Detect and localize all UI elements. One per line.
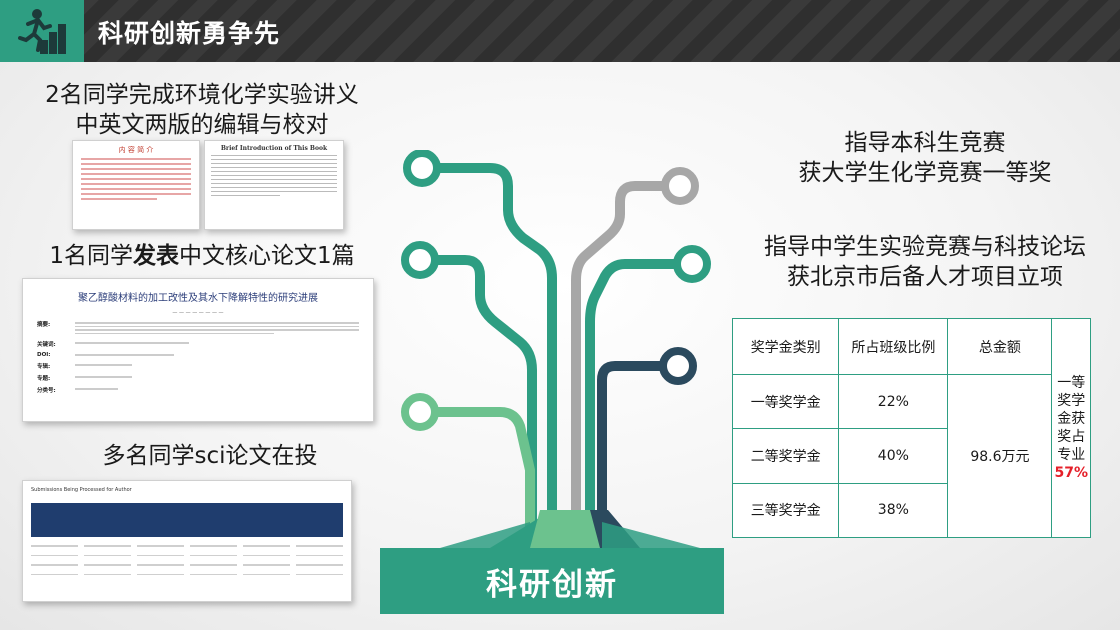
award-highschool-line-2: 获北京市后备人才项目立项 <box>787 264 1063 290</box>
row-ratio: 40% <box>838 428 949 484</box>
header-ratio: 所占班级比例 <box>838 317 949 376</box>
header-icon-box <box>0 0 84 62</box>
paper-field-abstract: 摘要: <box>37 322 51 328</box>
doc-en-title: Brief Introduction of This Book <box>220 145 328 152</box>
node-circle-3 <box>401 393 439 431</box>
row-ratio: 38% <box>838 482 949 539</box>
node-circle-1 <box>403 150 441 187</box>
lecture-notes-cn-thumbnail: 内 容 简 介 <box>72 140 200 230</box>
note-text: 一等奖学金获奖占专业 <box>1057 375 1086 463</box>
node-circle-2 <box>401 241 439 279</box>
row-type: 三等奖学金 <box>731 482 840 539</box>
award-highschool-line-1: 指导中学生实验竞赛与科技论坛 <box>764 234 1086 260</box>
paper-suffix: 中文核心论文1篇 <box>179 243 355 269</box>
award-undergrad: 指导本科生竞赛 获大学生化学竞赛一等奖 <box>740 128 1110 188</box>
total-amount: 98.6万元 <box>947 374 1053 538</box>
header-category: 奖学金类别 <box>731 317 840 376</box>
header-bar: 科研创新勇争先 <box>0 0 1120 62</box>
achievement-sci: 多名同学sci论文在投 <box>102 443 318 469</box>
node-circle-6 <box>659 347 697 385</box>
doc-cn-title: 内 容 简 介 <box>118 146 154 154</box>
submission-screenshot-thumbnail: Submissions Being Processed for Author <box>22 480 352 602</box>
scholarship-table: 奖学金类别 所占班级比例 总金额 一等奖学金获奖占专业 57% 一等奖学金 22%… <box>731 317 1091 539</box>
award-highschool: 指导中学生实验竞赛与科技论坛 获北京市后备人才项目立项 <box>740 232 1110 292</box>
paper-field-doi: DOI: <box>37 352 51 358</box>
branch-tree-graphic <box>401 150 711 548</box>
node-circle-4 <box>661 167 699 205</box>
achievement-lecture-notes: 2名同学完成环境化学实验讲义 中英文两版的编辑与校对 <box>12 80 392 140</box>
submission-title: Submissions Being Processed for Author <box>31 487 132 493</box>
achievement-line-2: 中英文两版的编辑与校对 <box>75 112 329 138</box>
table-row: 一等奖学金 22% 98.6万元 <box>731 374 1091 538</box>
submission-table-header <box>31 503 343 537</box>
award-undergrad-line-2: 获大学生化学竞赛一等奖 <box>798 160 1052 186</box>
row-ratio: 22% <box>838 374 949 430</box>
page-title: 科研创新勇争先 <box>98 19 281 48</box>
table-header-row: 奖学金类别 所占班级比例 总金额 一等奖学金获奖占专业 57% <box>731 317 1091 538</box>
paper-field-class: 分类号: <box>37 388 56 394</box>
paper-prefix: 1名同学 <box>49 243 133 269</box>
lecture-notes-en-thumbnail: Brief Introduction of This Book <box>204 140 344 230</box>
table-note: 一等奖学金获奖占专业 57% <box>1051 318 1091 538</box>
running-person-stairs-icon <box>18 9 66 54</box>
node-circle-5 <box>673 245 711 283</box>
paper-title: 聚乙醇酸材料的加工改性及其水下降解特性的研究进展 <box>78 293 318 304</box>
header-total: 总金额 <box>947 317 1053 376</box>
paper-field-keywords: 关键词: <box>37 342 56 348</box>
achievement-line-1: 2名同学完成环境化学实验讲义 <box>45 82 359 108</box>
center-label-box: 科研创新 <box>380 548 724 614</box>
note-pct: 57% <box>1054 465 1088 481</box>
row-type: 二等奖学金 <box>731 428 840 484</box>
paper-field-album: 专辑: <box>37 364 51 370</box>
paper-thumbnail: 聚乙醇酸材料的加工改性及其水下降解特性的研究进展 — — — — — — — —… <box>22 278 374 422</box>
award-undergrad-line-1: 指导本科生竞赛 <box>844 130 1006 156</box>
paper-field-topic: 专题: <box>37 376 51 382</box>
achievement-paper: 1名同学发表中文核心论文1篇 <box>12 236 392 270</box>
row-type: 一等奖学金 <box>731 374 840 430</box>
paper-bold: 发表 <box>133 243 179 269</box>
